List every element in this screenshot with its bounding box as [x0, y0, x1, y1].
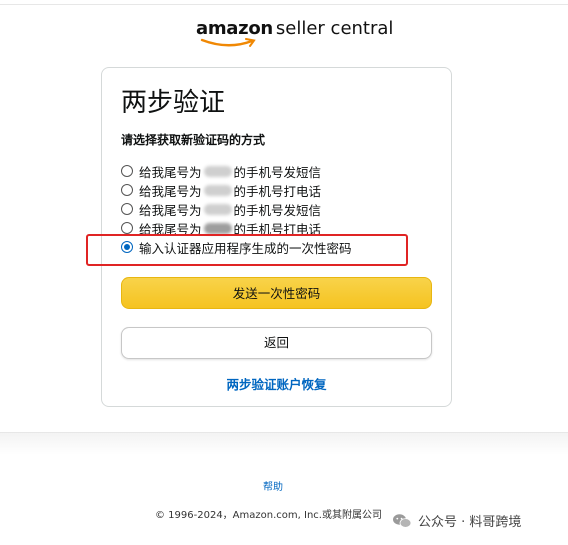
logo-seller-central-text: seller central: [275, 18, 394, 39]
wechat-icon: [393, 513, 412, 528]
radio-button[interactable]: [121, 222, 133, 234]
option-suffix: 的手机号发短信: [233, 164, 322, 180]
option-call-1[interactable]: 给我尾号为 的手机号打电话: [121, 181, 441, 199]
help-link[interactable]: 帮助: [0, 478, 546, 493]
send-otp-button[interactable]: 发送一次性密码: [121, 277, 432, 309]
option-sms-1[interactable]: 给我尾号为 的手机号发短信: [121, 162, 441, 180]
radio-button[interactable]: [121, 203, 133, 215]
option-prefix: 给我尾号为: [139, 183, 202, 199]
option-prefix: 给我尾号为: [139, 202, 202, 218]
radio-button[interactable]: [121, 184, 133, 196]
amazon-smile-icon: [200, 38, 256, 47]
option-prefix: 给我尾号为: [139, 164, 202, 180]
account-recovery-link[interactable]: 两步验证账户恢复: [102, 374, 451, 393]
redacted-number: [203, 203, 232, 215]
logo-amazon-text: amazon: [196, 18, 273, 39]
footer: 帮助 © 1996-2024，Amazon.com, Inc.或其附属公司 公众…: [0, 432, 568, 545]
method-prompt: 请选择获取新验证码的方式: [121, 133, 266, 147]
option-sms-2[interactable]: 给我尾号为 的手机号发短信: [121, 200, 441, 218]
top-divider: [0, 4, 568, 5]
watermark-text: 公众号 · 料哥跨境: [418, 515, 522, 530]
copyright-text: © 1996-2024，Amazon.com, Inc.或其附属公司: [155, 510, 382, 521]
redacted-number: [203, 184, 232, 196]
radio-button[interactable]: [121, 165, 133, 177]
option-suffix: 的手机号打电话: [233, 183, 322, 199]
redacted-number: [203, 165, 232, 177]
redacted-number: [203, 222, 232, 234]
page-title: 两步验证: [121, 88, 226, 118]
option-suffix: 的手机号发短信: [233, 202, 322, 218]
wechat-watermark: 公众号 · 料哥跨境: [392, 511, 521, 530]
annotation-highlight-box: [86, 234, 408, 266]
amazon-seller-central-logo: amazon seller central: [196, 18, 393, 48]
back-button[interactable]: 返回: [121, 327, 432, 359]
